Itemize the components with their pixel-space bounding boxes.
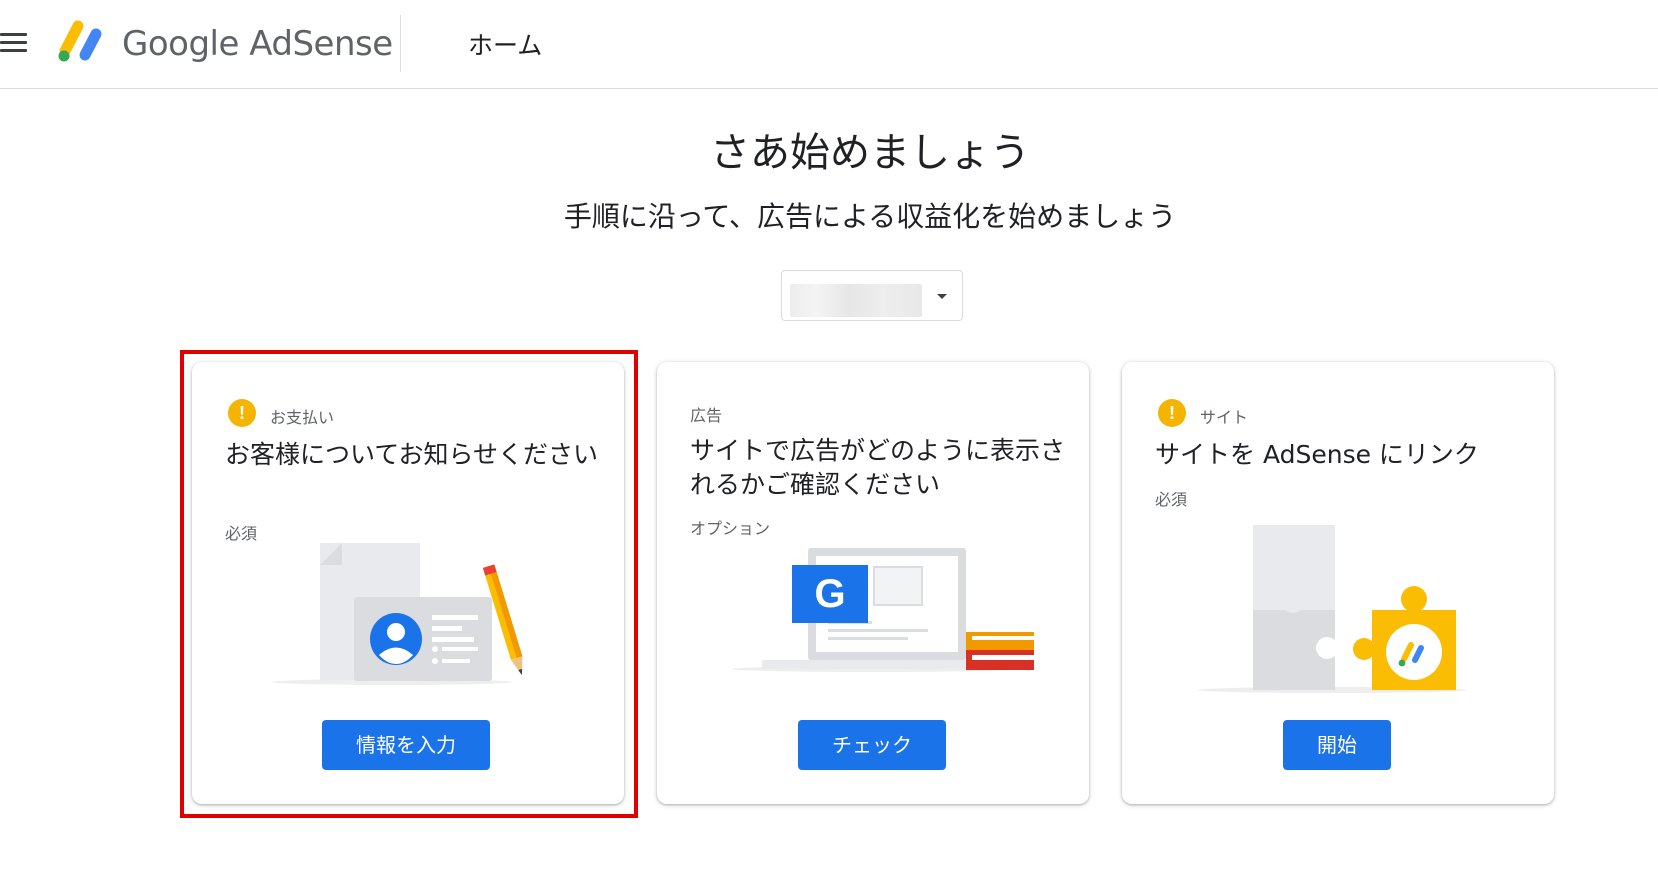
site-link-card: ! サイト サイトを AdSense にリンク 必須 開始 — [1122, 362, 1554, 804]
site-selector-dropdown[interactable] — [781, 270, 963, 321]
card-requirement: 必須 — [225, 524, 258, 543]
card-title: サイトを AdSense にリンク — [1155, 440, 1479, 469]
start-button[interactable]: 開始 — [1283, 720, 1391, 770]
warning-icon: ! — [228, 399, 256, 427]
product-name[interactable]: Google AdSense — [122, 24, 393, 64]
adsense-logo-icon[interactable] — [56, 18, 108, 64]
site-puzzle-illustration — [1197, 525, 1467, 693]
card-title: サイトで広告がどのように表示されるかご確認ください — [690, 436, 1066, 499]
check-button[interactable]: チェック — [798, 720, 946, 770]
warning-icon: ! — [1158, 399, 1186, 427]
card-category: サイト — [1200, 408, 1249, 427]
card-requirement: 必須 — [1155, 490, 1188, 509]
card-category: お支払い — [270, 408, 335, 427]
payment-profile-illustration — [272, 543, 523, 685]
enter-info-button[interactable]: 情報を入力 — [322, 720, 490, 770]
card-requirement: オプション — [690, 519, 771, 538]
card-category: 広告 — [690, 406, 723, 425]
dropdown-caret-icon — [937, 294, 947, 299]
hamburger-menu-icon[interactable] — [0, 30, 30, 56]
card-title: お客様についてお知らせください — [225, 440, 599, 469]
page-title: ホーム — [468, 31, 543, 60]
svg-text:G: G — [814, 572, 845, 616]
payment-setup-card: ! お支払い お客様についてお知らせください 必須 情報を入力 — [192, 362, 624, 804]
main-subheading: 手順に沿って、広告による収益化を始めましょう — [563, 200, 1177, 233]
ad-preview-card: 広告 サイトで広告がどのように表示されるかご確認ください オプション G チェッ… — [657, 362, 1089, 804]
ad-preview-illustration: G — [732, 548, 1034, 672]
top-app-bar: Google AdSense ホーム — [0, 0, 1658, 89]
main-heading: さあ始めましょう — [710, 130, 1030, 176]
site-selector-value — [790, 284, 922, 317]
header-divider — [400, 15, 401, 72]
